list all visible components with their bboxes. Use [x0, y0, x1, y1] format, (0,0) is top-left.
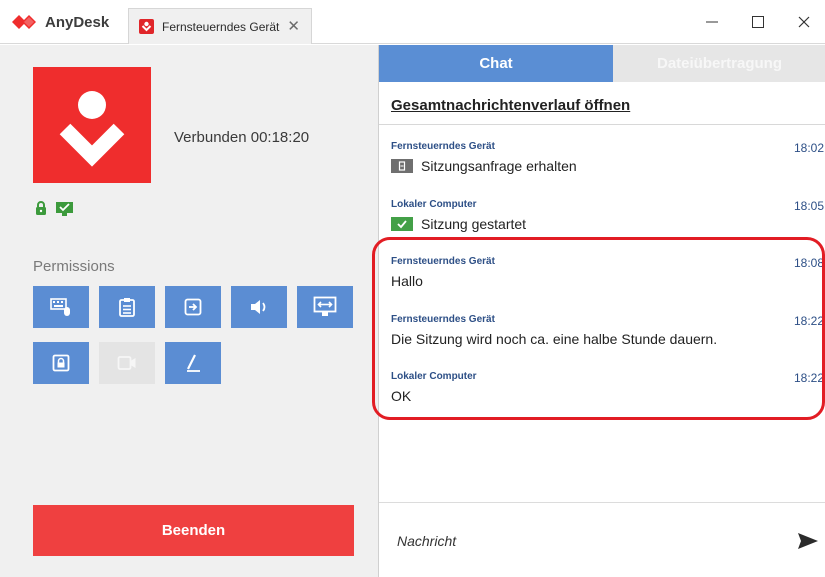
permission-file-transfer-button[interactable] — [165, 286, 221, 328]
permissions-title: Permissions — [33, 258, 115, 275]
keyboard-mouse-icon — [50, 298, 70, 316]
close-window-button[interactable] — [784, 10, 824, 34]
permission-switch-sides-button[interactable] — [297, 286, 353, 328]
lock-icon — [36, 201, 46, 215]
divider — [379, 502, 825, 503]
anydesk-logo-icon — [12, 15, 36, 29]
tab-chat[interactable]: Chat — [379, 45, 613, 82]
message-text: Sitzungsanfrage erhalten — [421, 158, 577, 174]
close-icon — [798, 16, 810, 28]
file-transfer-icon — [184, 298, 202, 316]
switch-sides-icon — [313, 296, 337, 316]
clipboard-icon — [119, 298, 135, 317]
title-bar: AnyDesk Fernsteuerndes Gerät ✕ — [0, 0, 825, 44]
tab-close-icon[interactable]: ✕ — [287, 19, 300, 34]
maximize-button[interactable] — [738, 10, 778, 34]
permission-draw-button[interactable] — [165, 342, 221, 384]
brand: AnyDesk — [12, 11, 109, 33]
send-icon[interactable] — [797, 531, 819, 551]
tab-label: Fernsteuerndes Gerät — [162, 19, 280, 34]
draw-icon — [187, 354, 200, 372]
message-body: Sitzungsanfrage erhalten — [391, 158, 577, 174]
minimize-button[interactable] — [692, 10, 732, 34]
session-panel: Verbunden 00:18:20 Permissions Beenden — [0, 45, 378, 577]
lock-screen-icon — [52, 354, 70, 372]
message-input[interactable] — [397, 533, 777, 549]
minimize-icon — [706, 21, 718, 23]
permission-record-button[interactable] — [99, 342, 155, 384]
tab-file-transfer[interactable]: Dateiübertragung — [613, 45, 825, 82]
chat-message: Fernsteuerndes Gerät 18:02 Sitzungsanfra… — [391, 141, 825, 193]
session-tab[interactable]: Fernsteuerndes Gerät ✕ — [128, 8, 312, 44]
message-time: 18:02 — [793, 141, 824, 155]
record-icon — [117, 356, 136, 370]
message-sender: Lokaler Computer — [391, 199, 477, 210]
remote-avatar — [33, 67, 151, 183]
message-time: 18:05 — [793, 199, 824, 213]
divider — [379, 124, 825, 125]
session-request-icon — [391, 159, 413, 173]
remote-device-icon — [139, 19, 154, 34]
annotation-highlight — [372, 237, 825, 420]
message-sender: Fernsteuerndes Gerät — [391, 141, 495, 152]
app-name: AnyDesk — [45, 13, 110, 31]
message-text: Sitzung gestartet — [421, 216, 527, 232]
permission-clipboard-button[interactable] — [99, 286, 155, 328]
message-body: Sitzung gestartet — [391, 216, 526, 232]
end-session-button[interactable]: Beenden — [33, 505, 354, 556]
sound-icon — [251, 300, 266, 314]
connection-status: Verbunden 00:18:20 — [174, 129, 310, 146]
permission-sound-button[interactable] — [231, 286, 287, 328]
maximize-icon — [752, 16, 764, 28]
monitor-check-icon — [56, 202, 73, 216]
permission-lock-screen-button[interactable] — [33, 342, 89, 384]
open-history-link[interactable]: Gesamtnachrichtenverlauf öffnen — [391, 97, 630, 114]
permission-keyboard-mouse-button[interactable] — [33, 286, 89, 328]
session-started-icon — [391, 217, 413, 231]
remote-device-large-icon — [59, 91, 125, 167]
